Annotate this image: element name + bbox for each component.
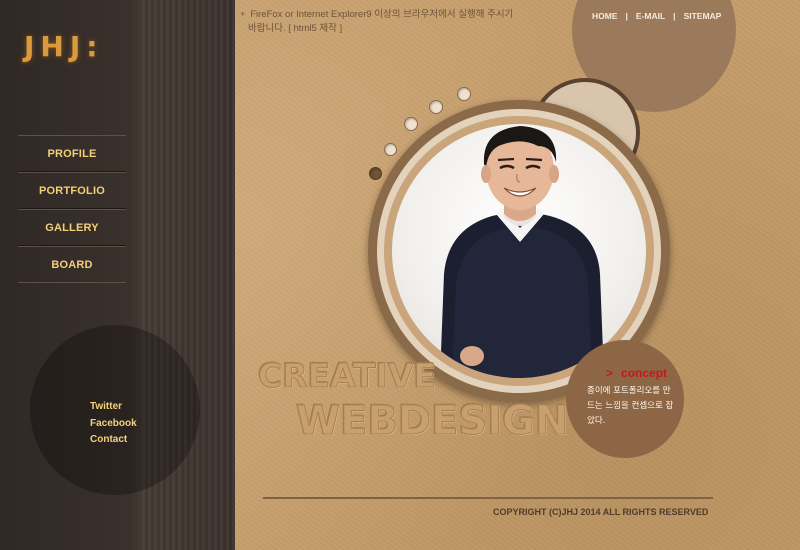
social-links: Twitter Facebook Contact xyxy=(90,399,137,449)
notice-line-2: 바랍니다. [ html5 제작 ] xyxy=(248,23,343,34)
creative-emboss-text: CREATIVE xyxy=(257,356,437,396)
webdesign-emboss-text: WEBDESIGN xyxy=(295,398,569,445)
nav-item-gallery: GALLERY xyxy=(18,209,126,246)
decor-dot xyxy=(457,87,471,101)
main-nav: PROFILE PORTFOLIO GALLERY BOARD xyxy=(18,135,126,283)
browser-notice: + FireFox or Internet Explorer9 이상의 브라우저… xyxy=(240,8,540,36)
site-logo[interactable]: JHJ: xyxy=(24,30,103,63)
home-link[interactable]: HOME xyxy=(592,11,618,21)
top-utility-nav: HOME | E-MAIL | SITEMAP xyxy=(592,11,721,21)
copyright-text: COPYRIGHT (C)JHJ 2014 ALL RIGHTS RESERVE… xyxy=(493,507,709,517)
decor-dot xyxy=(384,143,397,156)
nav-link-gallery[interactable]: GALLERY xyxy=(45,222,99,234)
person-portrait-illustration xyxy=(440,126,604,378)
separator: | xyxy=(673,11,676,21)
nav-item-portfolio: PORTFOLIO xyxy=(18,172,126,209)
decor-dot xyxy=(404,117,418,131)
notice-bullet: + xyxy=(240,9,246,20)
concept-title: concept xyxy=(621,366,668,380)
separator: | xyxy=(625,11,628,21)
footer-divider xyxy=(263,497,713,499)
decor-dot xyxy=(369,167,382,180)
facebook-link[interactable]: Facebook xyxy=(90,416,137,433)
twitter-link[interactable]: Twitter xyxy=(90,399,137,416)
nav-link-portfolio[interactable]: PORTFOLIO xyxy=(39,185,105,197)
nav-item-profile: PROFILE xyxy=(18,135,126,172)
nav-link-profile[interactable]: PROFILE xyxy=(47,148,96,160)
contact-link[interactable]: Contact xyxy=(90,432,137,449)
concept-heading: > concept xyxy=(606,366,667,380)
notice-line-1: FireFox or Internet Explorer9 이상의 브라우저에서… xyxy=(250,9,514,20)
concept-description: 종이에 포트폴리오를 만드는 느낌을 컨셉으로 잡았다. xyxy=(587,386,674,426)
nav-item-board: BOARD xyxy=(18,246,126,283)
decor-dot xyxy=(429,100,443,114)
concept-arrow: > xyxy=(606,366,614,380)
sitemap-link[interactable]: SITEMAP xyxy=(684,11,722,21)
nav-link-board[interactable]: BOARD xyxy=(51,259,92,271)
email-link[interactable]: E-MAIL xyxy=(636,11,665,21)
sidebar: JHJ: PROFILE PORTFOLIO GALLERY BOARD Twi… xyxy=(0,0,235,550)
profile-photo xyxy=(392,124,646,378)
